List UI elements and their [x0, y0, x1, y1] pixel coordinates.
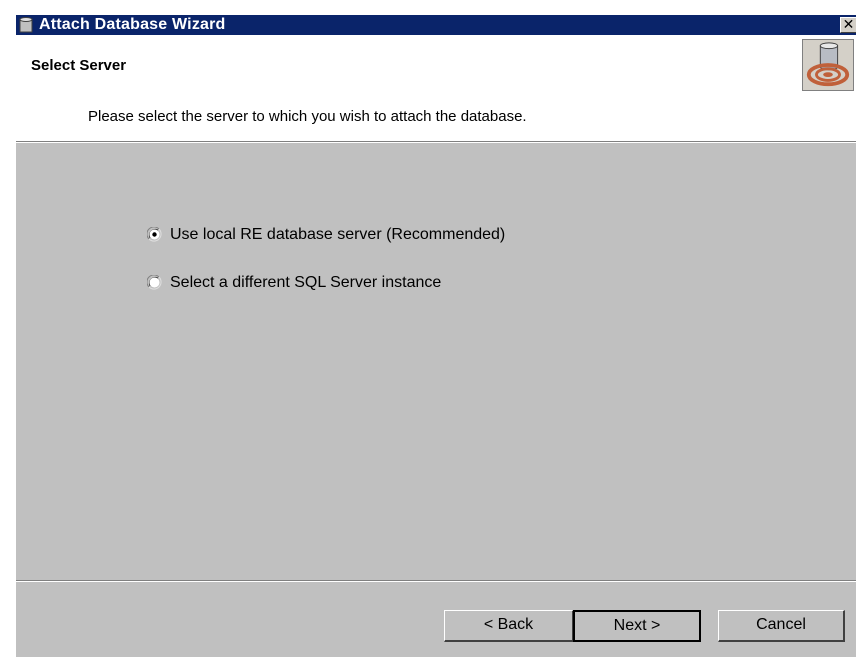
- footer-divider-highlight: [16, 581, 856, 582]
- header-divider-highlight: [16, 142, 856, 143]
- cancel-button[interactable]: Cancel: [718, 610, 845, 642]
- next-button[interactable]: Next >: [573, 610, 701, 642]
- close-button[interactable]: ✕: [840, 17, 856, 33]
- back-button[interactable]: < Back: [444, 610, 574, 642]
- radio-label-different-instance: Select a different SQL Server instance: [170, 274, 442, 291]
- database-wizard-icon: [802, 39, 854, 91]
- wizard-header: Select Server Please select the server t…: [16, 35, 856, 141]
- title-bar[interactable]: Attach Database Wizard ✕: [16, 15, 856, 35]
- page-description: Please select the server to which you wi…: [88, 108, 527, 125]
- radio-label-local-server: Use local RE database server (Recommende…: [170, 226, 506, 243]
- radio-unselected-icon[interactable]: [147, 275, 163, 291]
- window-title: Attach Database Wizard: [39, 16, 226, 33]
- radio-selected-icon[interactable]: [147, 227, 163, 243]
- attach-database-wizard-window: Attach Database Wizard ✕ Select Server P…: [15, 14, 856, 657]
- page-title: Select Server: [31, 57, 127, 74]
- database-icon: [19, 17, 33, 33]
